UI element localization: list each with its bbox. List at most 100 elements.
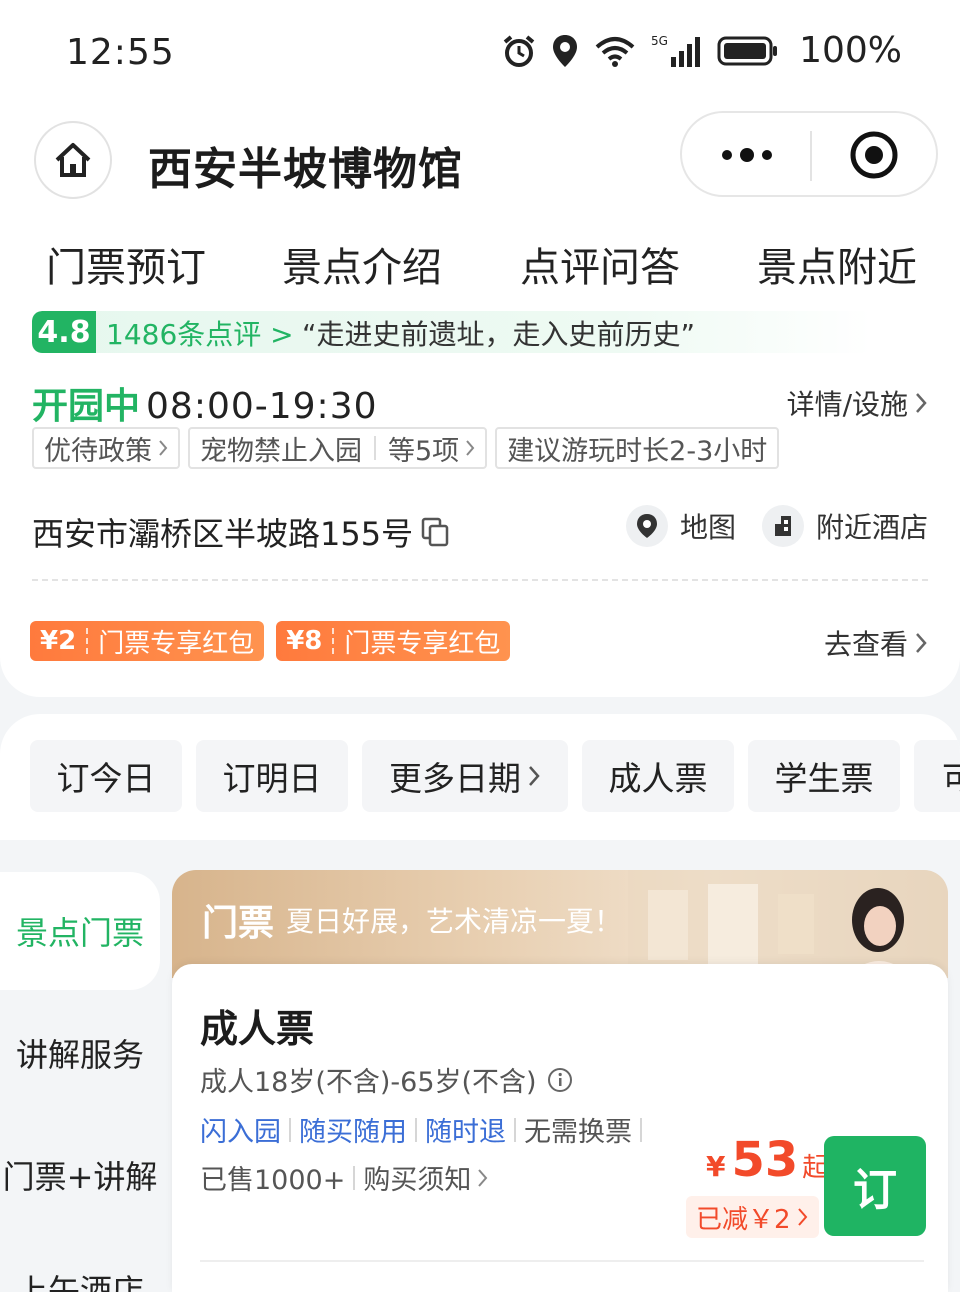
coupon-8[interactable]: ¥8 门票专享红包 [276,621,511,661]
tag-no-exchange: 无需换票 [524,1117,632,1148]
sidebar-item-ticket-guide[interactable]: 门票+讲解 [0,1116,160,1234]
battery-percent: 100% [799,30,902,71]
promo-banner[interactable]: 门票 夏日好展，艺术清凉一夏！ [172,870,948,978]
close-button[interactable] [846,127,902,183]
tag-divider [640,1117,642,1142]
dashed-divider [32,579,928,581]
chevron-right-icon [916,393,927,413]
signal-icon: 5G [651,33,703,69]
filter-today[interactable]: 订今日 [30,740,182,812]
status-icons: 5G 100% [501,30,902,71]
copy-icon[interactable] [421,517,449,547]
coupon-divider [332,628,335,654]
status-bar: 12:55 5G 100% [0,0,960,105]
score-badge: 4.8 [32,311,96,353]
coupon-list: ¥2 门票专享红包 ¥8 门票专享红包 [30,621,511,661]
svg-text:5G: 5G [651,34,668,48]
filter-label: 更多日期 [389,759,521,798]
hotel-icon [761,505,804,547]
filter-more-dates[interactable]: 更多日期 [362,740,568,812]
go-view-link[interactable]: 去查看 [824,623,928,663]
sidebar-item-guide[interactable]: 讲解服务 [0,994,160,1112]
map-label: 地图 [679,511,736,544]
product-name: 成人票 [200,1007,315,1051]
open-status: 开园中 [32,386,141,427]
tab-tickets[interactable]: 门票预订 [46,235,206,293]
go-view-label: 去查看 [823,628,908,661]
overview-card: 4.8 1486条点评 > “走进史前遗址，走入史前历史” 开园中 08:00-1… [0,305,960,697]
tab-nearby[interactable]: 景点附近 [757,235,917,293]
tag-divider [289,1117,291,1142]
policy-chips: 优待政策 宠物禁止入园 等5项 建议游玩时长2-3小时 [32,427,780,469]
map-button[interactable]: 地图 [625,505,736,547]
discount-text: 已减￥2 [696,1204,791,1235]
details-facilities-link[interactable]: 详情/设施 [787,383,928,423]
banner-model-image [628,870,948,978]
chip-label: 建议游玩时长2-3小时 [507,435,768,467]
more-button[interactable] [712,133,782,177]
page-title: 西安半坡博物馆 [148,144,463,195]
filter-tomorrow[interactable]: 订明日 [196,740,348,812]
tag-buy-use: 随买随用 [299,1117,407,1148]
chip-label: 优待政策 [44,435,152,467]
coupon-amount: ¥8 [286,626,323,656]
capsule-menu [680,111,938,197]
target-close-icon [850,131,898,179]
card-divider [200,1260,924,1262]
chevron-right-icon [916,633,927,653]
chevron-right-icon [529,766,540,786]
review-count[interactable]: 1486条点评 > [106,313,294,353]
ticket-product-card[interactable]: 成人票 成人18岁(不含)-65岁(不含) 闪入园 随买随用 随时退 无需换票 … [172,964,948,1292]
book-button[interactable]: 订 [824,1136,926,1236]
age-rule-text: 成人18岁(不含)-65岁(不含) [200,1067,537,1098]
coupon-2[interactable]: ¥2 门票专享红包 [30,621,265,661]
mini-program-header: 西安半坡博物馆 [0,105,960,215]
tag-fast-entry: 闪入园 [200,1117,281,1148]
sidebar-item-hotel[interactable]: 上午酒店 [0,1238,160,1292]
chip-discount-policy[interactable]: 优待政策 [32,427,180,469]
details-label: 详情/设施 [786,388,908,421]
price-currency: ¥ [706,1150,726,1183]
tag-refund: 随时退 [425,1117,506,1148]
rating-strip[interactable]: 4.8 1486条点评 > “走进史前遗址，走入史前历史” [32,311,872,353]
tab-reviews[interactable]: 点评问答 [520,235,680,293]
purchase-notice-link[interactable]: 购买须知 [363,1158,471,1197]
filter-student[interactable]: 学生票 [748,740,900,812]
chip-pet-policy[interactable]: 宠物禁止入园 等5项 [188,427,488,469]
tab-intro[interactable]: 景点介绍 [282,235,442,293]
review-quote: “走进史前遗址，走入史前历史” [302,318,696,351]
category-sidebar: 景点门票 讲解服务 门票+讲解 上午酒店 [0,842,170,1292]
sold-count: 已售1000+ [200,1165,346,1196]
filter-adult[interactable]: 成人票 [582,740,734,812]
chevron-right-icon [466,440,475,456]
opening-hours: 开园中 08:00-19:30 [32,377,378,429]
hours-time: 08:00-19:30 [146,386,378,427]
battery-icon [717,34,779,68]
chevron-right-icon [797,1208,807,1226]
product-meta: 已售1000+ 购买须知 [200,1158,489,1197]
coupon-label: 门票专享红包 [344,628,501,659]
home-button[interactable] [34,121,112,199]
status-time: 12:55 [66,32,175,73]
price: ¥ 53 起 [706,1132,828,1188]
filter-more[interactable]: 可 [914,740,960,812]
tag-divider [415,1117,417,1142]
alarm-icon [501,33,537,69]
chip-label: 宠物禁止入园 [200,435,362,467]
meta-divider [353,1165,356,1190]
chevron-right-icon [159,440,168,456]
map-pin-icon [625,505,668,547]
wifi-icon [593,33,637,69]
chip-divider [374,436,376,460]
sidebar-item-tickets[interactable]: 景点门票 [0,872,160,990]
address[interactable]: 西安市灞桥区半坡路155号 [32,509,449,555]
chevron-right-icon [478,1168,488,1187]
coupon-amount: ¥2 [40,626,77,656]
discount-badge[interactable]: 已减￥2 [686,1196,819,1238]
coupon-label: 门票专享红包 [98,628,255,659]
top-tabs: 门票预订 景点介绍 点评问答 景点附近 [0,215,960,305]
chip-visit-duration: 建议游玩时长2-3小时 [495,427,780,469]
chip-label: 等5项 [388,435,460,467]
info-icon[interactable] [547,1067,573,1093]
nearby-hotel-button[interactable]: 附近酒店 [761,505,928,547]
